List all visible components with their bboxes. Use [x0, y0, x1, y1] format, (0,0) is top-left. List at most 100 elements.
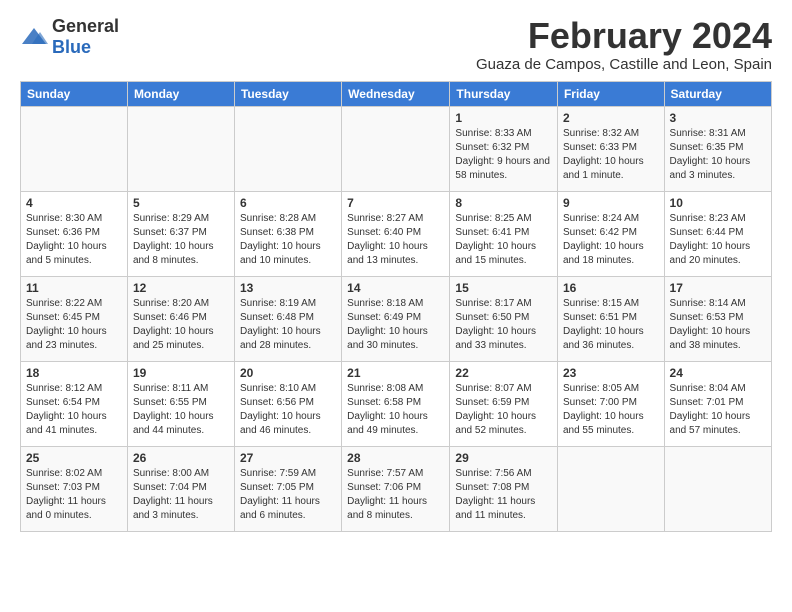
- calendar-cell: 13 Sunrise: 8:19 AM Sunset: 6:48 PM Dayli…: [234, 276, 341, 361]
- logo-blue: Blue: [52, 37, 91, 57]
- day-info: Sunrise: 8:32 AM Sunset: 6:33 PM Dayligh…: [563, 127, 659, 183]
- calendar-cell: [557, 446, 664, 531]
- day-number: 22: [455, 366, 552, 380]
- calendar-cell: [664, 446, 771, 531]
- calendar-cell: 7 Sunrise: 8:27 AM Sunset: 6:40 PM Daylig…: [342, 191, 450, 276]
- day-info: Sunrise: 8:30 AM Sunset: 6:36 PM Dayligh…: [26, 212, 122, 268]
- calendar-cell: [342, 106, 450, 191]
- weekday-header-sunday: Sunday: [21, 81, 128, 106]
- day-number: 4: [26, 196, 122, 210]
- day-info: Sunrise: 8:19 AM Sunset: 6:48 PM Dayligh…: [240, 297, 336, 353]
- header-row: SundayMondayTuesdayWednesdayThursdayFrid…: [21, 81, 772, 106]
- header: General Blue February 2024 Guaza de Camp…: [20, 16, 772, 73]
- day-info: Sunrise: 8:02 AM Sunset: 7:03 PM Dayligh…: [26, 467, 122, 523]
- calendar-cell: [21, 106, 128, 191]
- logo: General Blue: [20, 16, 119, 58]
- weekday-header-saturday: Saturday: [664, 81, 771, 106]
- calendar-cell: 5Sunrise: 8:29 AM Sunset: 6:37 PM Daylig…: [127, 191, 234, 276]
- calendar-cell: 17 Sunrise: 8:14 AM Sunset: 6:53 PM Dayli…: [664, 276, 771, 361]
- calendar-cell: [127, 106, 234, 191]
- calendar-cell: 10 Sunrise: 8:23 AM Sunset: 6:44 PM Dayli…: [664, 191, 771, 276]
- day-info: Sunrise: 8:31 AM Sunset: 6:35 PM Dayligh…: [670, 127, 766, 183]
- day-info: Sunrise: 8:28 AM Sunset: 6:38 PM Dayligh…: [240, 212, 336, 268]
- calendar-subtitle: Guaza de Campos, Castille and Leon, Spai…: [476, 56, 772, 73]
- day-number: 13: [240, 281, 336, 295]
- day-number: 23: [563, 366, 659, 380]
- calendar-cell: 21Sunrise: 8:08 AM Sunset: 6:58 PM Dayli…: [342, 361, 450, 446]
- day-number: 3: [670, 111, 766, 125]
- weekday-header-friday: Friday: [557, 81, 664, 106]
- day-info: Sunrise: 8:10 AM Sunset: 6:56 PM Dayligh…: [240, 382, 336, 438]
- day-number: 19: [133, 366, 229, 380]
- day-info: Sunrise: 8:00 AM Sunset: 7:04 PM Dayligh…: [133, 467, 229, 523]
- calendar-cell: 3 Sunrise: 8:31 AM Sunset: 6:35 PM Daylig…: [664, 106, 771, 191]
- weekday-header-monday: Monday: [127, 81, 234, 106]
- logo-general: General: [52, 16, 119, 36]
- calendar-cell: 16 Sunrise: 8:15 AM Sunset: 6:51 PM Dayli…: [557, 276, 664, 361]
- calendar-cell: 12 Sunrise: 8:20 AM Sunset: 6:46 PM Dayli…: [127, 276, 234, 361]
- week-row-2: 11Sunrise: 8:22 AM Sunset: 6:45 PM Dayli…: [21, 276, 772, 361]
- day-number: 10: [670, 196, 766, 210]
- calendar-cell: 26Sunrise: 8:00 AM Sunset: 7:04 PM Dayli…: [127, 446, 234, 531]
- day-info: Sunrise: 8:23 AM Sunset: 6:44 PM Dayligh…: [670, 212, 766, 268]
- day-number: 2: [563, 111, 659, 125]
- day-info: Sunrise: 8:11 AM Sunset: 6:55 PM Dayligh…: [133, 382, 229, 438]
- day-info: Sunrise: 8:17 AM Sunset: 6:50 PM Dayligh…: [455, 297, 552, 353]
- day-info: Sunrise: 8:25 AM Sunset: 6:41 PM Dayligh…: [455, 212, 552, 268]
- calendar-cell: 22 Sunrise: 8:07 AM Sunset: 6:59 PM Dayli…: [450, 361, 558, 446]
- day-number: 6: [240, 196, 336, 210]
- day-info: Sunrise: 8:24 AM Sunset: 6:42 PM Dayligh…: [563, 212, 659, 268]
- week-row-0: 1Sunrise: 8:33 AM Sunset: 6:32 PM Daylig…: [21, 106, 772, 191]
- calendar-cell: 18Sunrise: 8:12 AM Sunset: 6:54 PM Dayli…: [21, 361, 128, 446]
- day-info: Sunrise: 8:08 AM Sunset: 6:58 PM Dayligh…: [347, 382, 444, 438]
- day-number: 27: [240, 451, 336, 465]
- calendar-cell: 23 Sunrise: 8:05 AM Sunset: 7:00 PM Dayli…: [557, 361, 664, 446]
- weekday-header-thursday: Thursday: [450, 81, 558, 106]
- day-info: Sunrise: 8:20 AM Sunset: 6:46 PM Dayligh…: [133, 297, 229, 353]
- week-row-1: 4 Sunrise: 8:30 AM Sunset: 6:36 PM Daylig…: [21, 191, 772, 276]
- calendar-cell: 28 Sunrise: 7:57 AM Sunset: 7:06 PM Dayli…: [342, 446, 450, 531]
- day-info: Sunrise: 7:56 AM Sunset: 7:08 PM Dayligh…: [455, 467, 552, 523]
- day-info: Sunrise: 8:14 AM Sunset: 6:53 PM Dayligh…: [670, 297, 766, 353]
- day-info: Sunrise: 7:59 AM Sunset: 7:05 PM Dayligh…: [240, 467, 336, 523]
- day-info: Sunrise: 8:27 AM Sunset: 6:40 PM Dayligh…: [347, 212, 444, 268]
- calendar-cell: 15 Sunrise: 8:17 AM Sunset: 6:50 PM Dayli…: [450, 276, 558, 361]
- day-number: 17: [670, 281, 766, 295]
- calendar-cell: 27 Sunrise: 7:59 AM Sunset: 7:05 PM Dayli…: [234, 446, 341, 531]
- weekday-header-tuesday: Tuesday: [234, 81, 341, 106]
- calendar-cell: 9 Sunrise: 8:24 AM Sunset: 6:42 PM Daylig…: [557, 191, 664, 276]
- week-row-4: 25Sunrise: 8:02 AM Sunset: 7:03 PM Dayli…: [21, 446, 772, 531]
- day-info: Sunrise: 8:05 AM Sunset: 7:00 PM Dayligh…: [563, 382, 659, 438]
- week-row-3: 18Sunrise: 8:12 AM Sunset: 6:54 PM Dayli…: [21, 361, 772, 446]
- day-number: 15: [455, 281, 552, 295]
- day-number: 12: [133, 281, 229, 295]
- calendar-header: SundayMondayTuesdayWednesdayThursdayFrid…: [21, 81, 772, 106]
- calendar-cell: 19 Sunrise: 8:11 AM Sunset: 6:55 PM Dayli…: [127, 361, 234, 446]
- day-number: 20: [240, 366, 336, 380]
- day-number: 14: [347, 281, 444, 295]
- day-info: Sunrise: 8:04 AM Sunset: 7:01 PM Dayligh…: [670, 382, 766, 438]
- day-number: 28: [347, 451, 444, 465]
- day-info: Sunrise: 7:57 AM Sunset: 7:06 PM Dayligh…: [347, 467, 444, 523]
- day-number: 8: [455, 196, 552, 210]
- day-info: Sunrise: 8:33 AM Sunset: 6:32 PM Dayligh…: [455, 127, 552, 183]
- calendar-cell: [234, 106, 341, 191]
- title-section: February 2024 Guaza de Campos, Castille …: [476, 16, 772, 73]
- day-number: 29: [455, 451, 552, 465]
- day-info: Sunrise: 8:07 AM Sunset: 6:59 PM Dayligh…: [455, 382, 552, 438]
- day-number: 9: [563, 196, 659, 210]
- calendar-cell: 20 Sunrise: 8:10 AM Sunset: 6:56 PM Dayli…: [234, 361, 341, 446]
- calendar-cell: 24Sunrise: 8:04 AM Sunset: 7:01 PM Dayli…: [664, 361, 771, 446]
- day-number: 16: [563, 281, 659, 295]
- logo-icon: [20, 26, 48, 48]
- day-info: Sunrise: 8:22 AM Sunset: 6:45 PM Dayligh…: [26, 297, 122, 353]
- day-info: Sunrise: 8:15 AM Sunset: 6:51 PM Dayligh…: [563, 297, 659, 353]
- day-info: Sunrise: 8:18 AM Sunset: 6:49 PM Dayligh…: [347, 297, 444, 353]
- calendar-cell: 25Sunrise: 8:02 AM Sunset: 7:03 PM Dayli…: [21, 446, 128, 531]
- calendar-body: 1Sunrise: 8:33 AM Sunset: 6:32 PM Daylig…: [21, 106, 772, 531]
- weekday-header-wednesday: Wednesday: [342, 81, 450, 106]
- day-number: 5: [133, 196, 229, 210]
- calendar-cell: 1Sunrise: 8:33 AM Sunset: 6:32 PM Daylig…: [450, 106, 558, 191]
- day-number: 7: [347, 196, 444, 210]
- calendar-cell: 29 Sunrise: 7:56 AM Sunset: 7:08 PM Dayli…: [450, 446, 558, 531]
